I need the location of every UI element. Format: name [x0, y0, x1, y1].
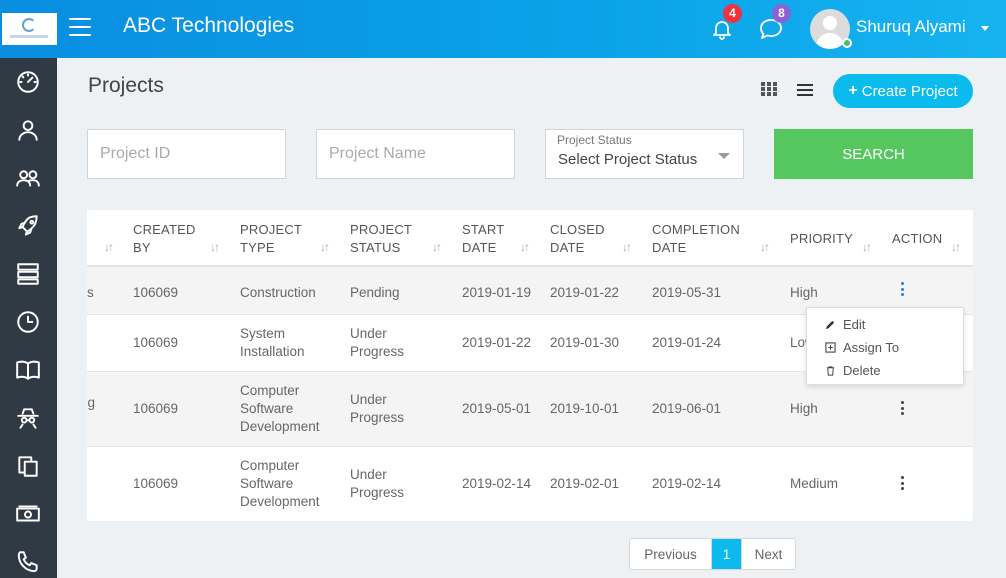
- row-cell-completion-date: 2019-02-14: [652, 476, 722, 491]
- pagination-page-1[interactable]: 1: [712, 539, 741, 569]
- sort-icon[interactable]: ↓↑: [520, 240, 530, 254]
- row-cell-status: Under Progress: [350, 467, 405, 500]
- row-cell-partial: ing: [87, 395, 96, 410]
- row-cell-priority: High: [790, 401, 818, 416]
- project-name-input[interactable]: [316, 129, 515, 179]
- sort-icon[interactable]: ↓↑: [320, 240, 330, 254]
- row-cell-type: System Installation: [240, 326, 305, 359]
- header-priority: PRIORITY: [790, 231, 853, 246]
- project-status-label: Project Status: [557, 133, 632, 147]
- pencil-icon: [825, 320, 835, 330]
- server-icon[interactable]: [13, 259, 43, 289]
- more-actions-icon[interactable]: [901, 476, 905, 492]
- sort-icon[interactable]: ↓↑: [760, 240, 770, 254]
- header-created-by: CREATED BY: [133, 222, 196, 255]
- row-cell-start-date: 2019-02-14: [462, 476, 532, 491]
- rocket-icon[interactable]: [13, 211, 43, 241]
- header-completion-date: COMPLETION DATE: [652, 222, 740, 255]
- table-header: ↓↑ CREATED BY ↓↑ PROJECT TYPE ↓↑ PROJECT ST…: [87, 210, 973, 267]
- search-button[interactable]: SEARCH: [774, 129, 973, 179]
- header-closed-date: CLOSED DATE: [550, 222, 605, 255]
- create-project-label: Create Project: [861, 82, 958, 100]
- row-cell-start-date: 2019-05-01: [462, 401, 532, 416]
- row-cell-closed-date: 2019-01-22: [550, 285, 620, 300]
- list-view-icon[interactable]: [797, 84, 813, 98]
- book-icon[interactable]: [13, 355, 43, 385]
- row-cell-completion-date: 2019-01-24: [652, 335, 722, 350]
- sort-icon[interactable]: ↓↑: [951, 240, 961, 254]
- header-project-type: PROJECT TYPE: [240, 222, 303, 255]
- create-project-button[interactable]: + Create Project: [833, 74, 973, 108]
- row-cell-priority: Medium: [790, 476, 839, 491]
- row-cell-created-by: 106069: [133, 285, 179, 300]
- header-project-status: PROJECT STATUS: [350, 222, 413, 255]
- project-id-input[interactable]: [87, 129, 286, 179]
- row-cell-closed-date: 2019-10-01: [550, 401, 620, 416]
- row-cell-priority: High: [790, 285, 818, 300]
- row-cell-created-by: 106069: [133, 335, 179, 350]
- company-logo[interactable]: [2, 13, 57, 45]
- plus-square-icon: [825, 342, 836, 353]
- user-icon[interactable]: [13, 115, 43, 145]
- row-cell-start-date: 2019-01-22: [462, 335, 532, 350]
- sort-icon[interactable]: ↓↑: [862, 240, 872, 254]
- row-cell-start-date: 2019-01-19: [462, 285, 532, 300]
- sidebar: [0, 58, 57, 578]
- brand-title: ABC Technologies: [123, 14, 295, 37]
- plus-icon: +: [848, 82, 858, 99]
- row-cell-partial: s: [87, 285, 94, 300]
- messages-count-badge: 8: [772, 4, 791, 23]
- table-row[interactable]: 106069 Computer Software Development Under…: [87, 447, 973, 521]
- project-status-value: Select Project Status: [558, 151, 698, 168]
- sort-icon[interactable]: ↓↑: [104, 240, 114, 254]
- notification-count-badge: 4: [723, 4, 742, 23]
- clock-icon[interactable]: [13, 307, 43, 337]
- row-cell-closed-date: 2019-01-30: [550, 335, 620, 350]
- top-header: ABC Technologies 4 8 Shuruq Alyami: [0, 0, 1006, 58]
- menu-item-assign-to[interactable]: Assign To: [825, 340, 899, 355]
- pagination-next-button[interactable]: Next: [741, 539, 795, 569]
- sort-icon[interactable]: ↓↑: [210, 240, 220, 254]
- more-actions-icon[interactable]: [901, 282, 905, 298]
- row-cell-status: Under Progress: [350, 392, 405, 425]
- row-cell-created-by: 106069: [133, 476, 179, 491]
- header-action: ACTION: [892, 231, 943, 246]
- row-action-menu: Edit Assign To Delete: [806, 307, 964, 385]
- money-icon[interactable]: [13, 499, 43, 529]
- trash-icon: [826, 366, 835, 376]
- row-cell-created-by: 106069: [133, 401, 179, 416]
- user-menu-caret-icon[interactable]: [981, 26, 989, 31]
- grid-view-icon[interactable]: [761, 82, 779, 100]
- menu-toggle-icon[interactable]: [69, 18, 91, 36]
- users-icon[interactable]: [13, 163, 43, 193]
- row-cell-status: Pending: [350, 285, 400, 300]
- sort-icon[interactable]: ↓↑: [622, 240, 632, 254]
- user-secret-icon[interactable]: [13, 403, 43, 433]
- copy-icon[interactable]: [13, 451, 43, 481]
- project-status-select[interactable]: Project Status Select Project Status: [545, 129, 744, 179]
- phone-icon[interactable]: [13, 547, 43, 577]
- sort-icon[interactable]: ↓↑: [432, 240, 442, 254]
- pagination-previous-button[interactable]: Previous: [630, 539, 712, 569]
- more-actions-icon[interactable]: [901, 401, 905, 417]
- row-cell-completion-date: 2019-06-01: [652, 401, 722, 416]
- page-title: Projects: [88, 74, 164, 97]
- menu-item-edit[interactable]: Edit: [825, 317, 865, 332]
- row-cell-type: Computer Software Development: [240, 458, 320, 509]
- user-name-menu[interactable]: Shuruq Alyami: [856, 17, 966, 37]
- pagination: Previous 1 Next: [629, 538, 796, 570]
- menu-item-delete[interactable]: Delete: [825, 363, 881, 378]
- online-status-dot: [842, 38, 852, 48]
- row-cell-completion-date: 2019-05-31: [652, 285, 722, 300]
- chevron-down-icon: [718, 153, 730, 159]
- header-start-date: START DATE: [462, 222, 505, 255]
- row-cell-type: Construction: [240, 285, 316, 300]
- row-cell-status: Under Progress: [350, 326, 405, 359]
- row-cell-closed-date: 2019-02-01: [550, 476, 620, 491]
- row-cell-type: Computer Software Development: [240, 383, 320, 434]
- dashboard-icon[interactable]: [13, 67, 43, 97]
